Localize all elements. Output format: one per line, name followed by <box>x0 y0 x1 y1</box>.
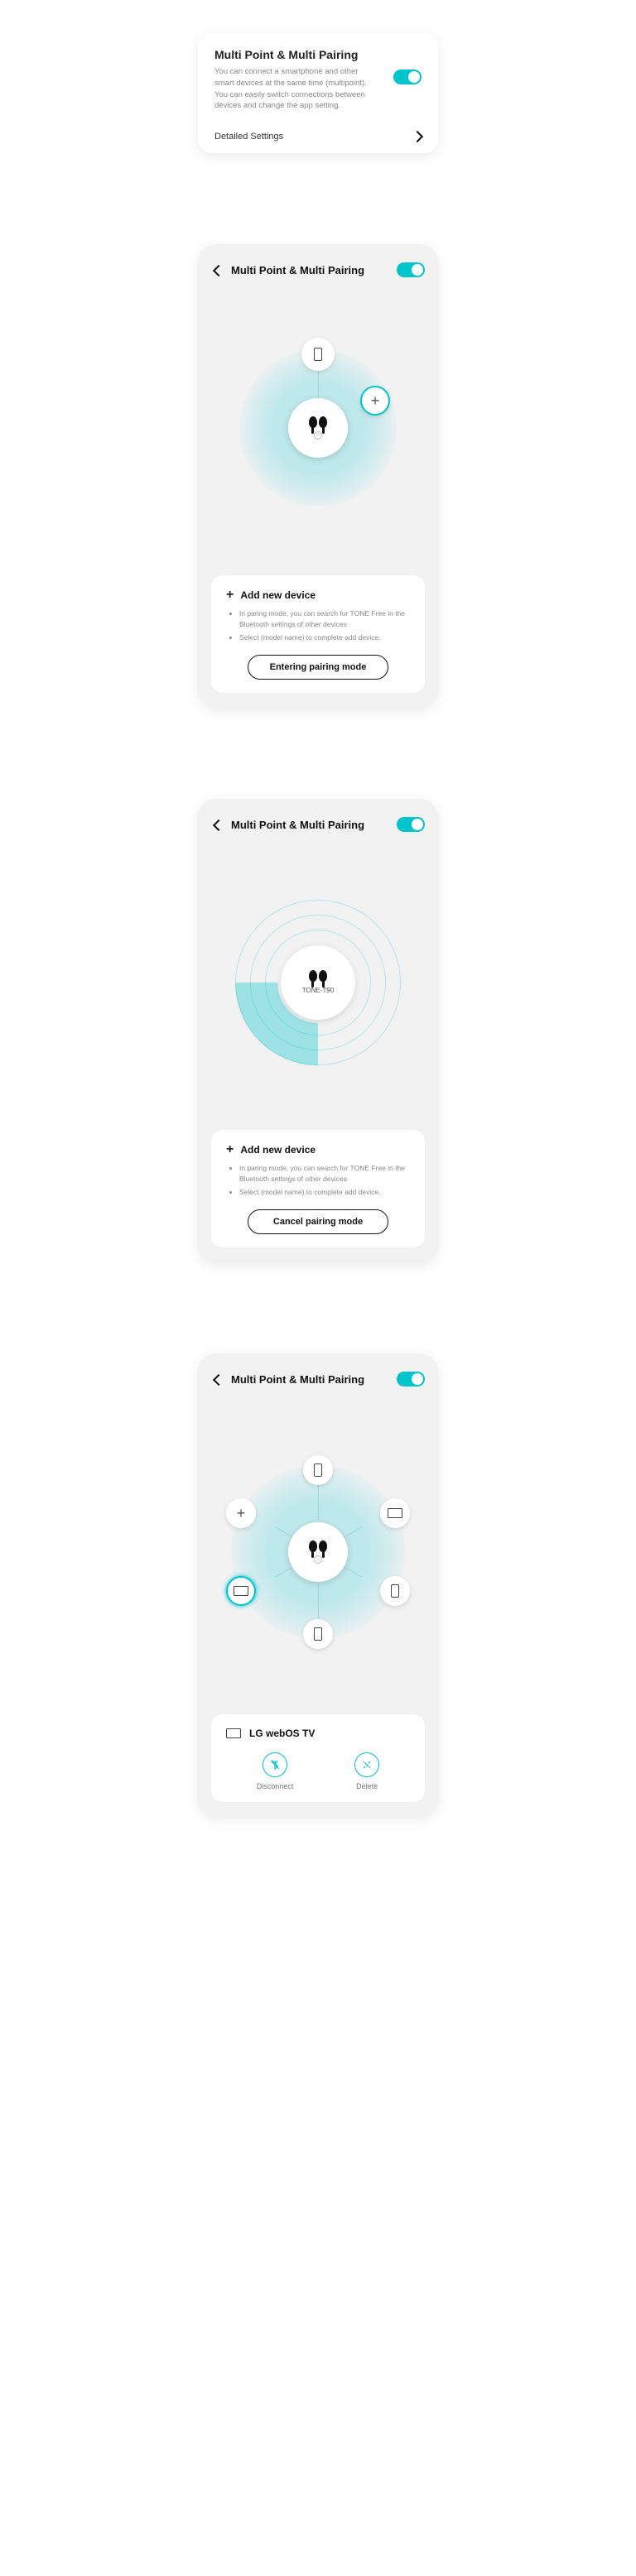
add-device-instructions: In paring mode, you can search for TONE … <box>226 608 410 643</box>
chevron-right-icon <box>412 131 423 142</box>
earbuds-hub[interactable]: i <box>288 1522 348 1582</box>
cancel-pairing-button[interactable]: Cancel pairing mode <box>248 1209 388 1234</box>
selected-device-name: LG webOS TV <box>249 1728 315 1739</box>
instruction-item: Select (model name) to complete add devi… <box>239 632 410 643</box>
detailed-settings-label: Detailed Settings <box>214 132 283 142</box>
device-node-tv-selected[interactable] <box>226 1576 256 1606</box>
multipoint-toggle[interactable] <box>397 262 425 277</box>
add-device-title: + Add new device <box>226 589 410 602</box>
earbud-left-icon <box>309 416 317 428</box>
selected-device-title: LG webOS TV <box>226 1728 410 1739</box>
add-device-node[interactable]: + <box>226 1498 256 1528</box>
add-device-node[interactable]: + <box>360 386 390 416</box>
back-icon[interactable] <box>211 263 224 276</box>
screen-pairing: Multi Point & Multi Pairing TONE-T90 <box>198 799 438 1262</box>
disconnect-label: Disconnect <box>257 1782 294 1790</box>
plus-icon: + <box>237 1506 246 1521</box>
earbud-right-icon <box>319 1540 327 1552</box>
back-icon[interactable] <box>211 818 224 831</box>
delete-label: Delete <box>356 1782 378 1790</box>
earbud-right-icon <box>319 416 327 428</box>
tv-icon <box>388 1508 402 1518</box>
back-icon[interactable] <box>211 1372 224 1386</box>
earbud-left-icon <box>309 970 317 982</box>
instruction-item: In paring mode, you can search for TONE … <box>239 1163 410 1185</box>
multipoint-toggle[interactable] <box>397 1372 425 1387</box>
detailed-settings-row[interactable]: Detailed Settings <box>214 123 422 142</box>
multipoint-toggle[interactable] <box>397 817 425 832</box>
phone-icon <box>314 348 322 361</box>
device-node-phone[interactable] <box>380 1576 410 1606</box>
add-device-title-text: Add new device <box>240 589 316 601</box>
add-device-title-text: Add new device <box>240 1144 316 1156</box>
phone-icon <box>314 1463 322 1477</box>
phone-icon <box>314 1627 322 1641</box>
tv-icon <box>234 1586 248 1596</box>
earbud-right-icon <box>319 970 327 982</box>
radar-diagram: TONE-T90 <box>211 847 425 1118</box>
plus-icon: + <box>226 1143 234 1156</box>
add-device-panel: + Add new device In paring mode, you can… <box>211 1130 425 1247</box>
multi-device-diagram: i + <box>211 1401 425 1703</box>
multipoint-toggle[interactable] <box>393 70 422 84</box>
device-node-phone[interactable] <box>303 1455 333 1485</box>
device-node-tv[interactable] <box>380 1498 410 1528</box>
earbuds-hub[interactable]: i <box>288 398 348 458</box>
unlink-icon <box>354 1752 379 1777</box>
instruction-item: In paring mode, you can search for TONE … <box>239 608 410 630</box>
summary-description: You can connect a smartphone and other s… <box>214 66 372 112</box>
pairing-diagram: i + <box>211 292 425 564</box>
enter-pairing-button[interactable]: Entering pairing mode <box>248 655 388 680</box>
screen-initial: Multi Point & Multi Pairing i + <box>198 244 438 708</box>
disconnect-button[interactable]: Disconnect <box>257 1752 294 1790</box>
page-title: Multi Point & Multi Pairing <box>231 264 390 276</box>
page-title: Multi Point & Multi Pairing <box>231 819 390 831</box>
device-name-label: TONE-T90 <box>302 987 335 994</box>
selected-device-panel: LG webOS TV Disconnect <box>211 1714 425 1802</box>
device-node-phone[interactable] <box>303 1619 333 1649</box>
earbud-left-icon <box>309 1540 317 1552</box>
add-device-title: + Add new device <box>226 1143 410 1156</box>
add-device-instructions: In paring mode, you can search for TONE … <box>226 1163 410 1198</box>
plus-icon: + <box>226 589 234 602</box>
delete-button[interactable]: Delete <box>354 1752 379 1790</box>
device-node-phone[interactable] <box>301 338 335 371</box>
info-icon[interactable]: i <box>314 1555 322 1564</box>
screen-connected: Multi Point & Multi Pairing i <box>198 1353 438 1817</box>
phone-icon <box>391 1584 399 1598</box>
summary-title: Multi Point & Multi Pairing <box>214 48 422 61</box>
tv-icon <box>226 1728 241 1738</box>
earbuds-hub[interactable]: TONE-T90 <box>281 945 355 1020</box>
plus-icon: + <box>371 393 380 408</box>
summary-card: Multi Point & Multi Pairing You can conn… <box>198 33 438 153</box>
add-device-panel: + Add new device In paring mode, you can… <box>211 575 425 693</box>
info-icon[interactable]: i <box>314 431 322 440</box>
instruction-item: Select (model name) to complete add devi… <box>239 1187 410 1198</box>
page-title: Multi Point & Multi Pairing <box>231 1373 390 1386</box>
bluetooth-off-icon <box>263 1752 287 1777</box>
